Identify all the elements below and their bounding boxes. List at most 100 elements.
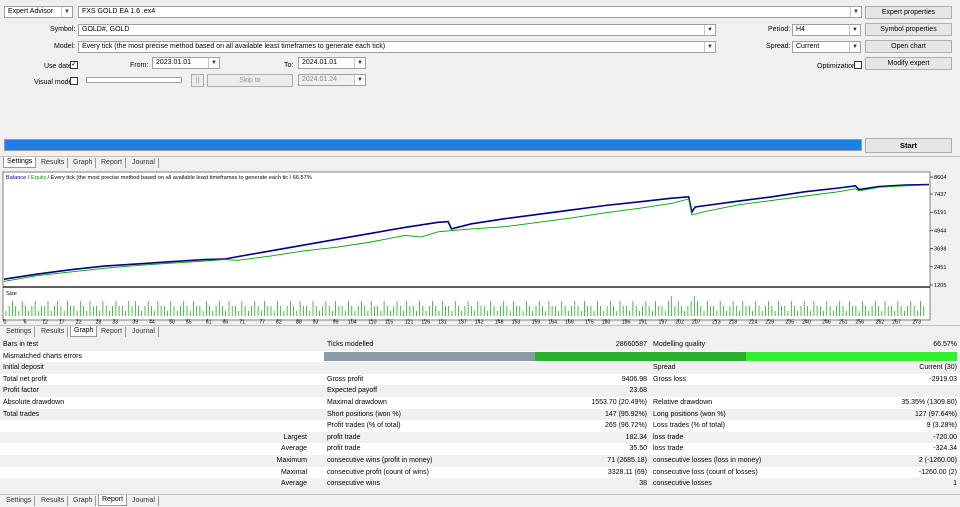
maximal-cons-loss-value: -1260.00 (2): [870, 466, 960, 479]
x-tick-label: 164: [548, 320, 557, 325]
x-tick-label: 77: [259, 320, 265, 325]
x-tick-label: 197: [659, 320, 668, 325]
tab-report[interactable]: Report: [98, 158, 127, 168]
x-tick-label: 66: [223, 320, 229, 325]
tab-settings[interactable]: Settings: [3, 157, 37, 168]
average-profit-label: profit trade: [324, 443, 570, 455]
chevron-down-icon: ▼: [61, 7, 72, 17]
symbol-properties-button[interactable]: Symbol properties: [865, 23, 952, 36]
from-date-picker[interactable]: 2023.01.01 ▼: [152, 57, 220, 69]
x-tick-label: 82: [276, 320, 282, 325]
expert-file-select[interactable]: FXS GOLD EA 1.6 .ex4 ▼: [78, 6, 862, 18]
maximal-cons-profit-label: consecutive profit (count of wins): [324, 466, 570, 479]
tab-report[interactable]: Report: [98, 495, 128, 506]
balance-equity-graph: 1205 2451 3698 4944 6191 7437 8604 0 6 12 17 22 28 3…: [2, 171, 946, 325]
tab-results[interactable]: Results: [38, 496, 69, 506]
tab-graph[interactable]: Graph: [70, 326, 98, 337]
x-tick-label: 240: [802, 320, 811, 325]
x-tick-label: 22: [76, 320, 82, 325]
ticks-modelled-value: 28660587: [570, 339, 650, 351]
x-tick-label: 33: [112, 320, 118, 325]
x-tick-label: 251: [839, 320, 848, 325]
y-tick-label: 6191: [934, 210, 946, 216]
maximal-drawdown-value: 1553.70 (20.49%): [570, 396, 650, 409]
expert-type-value: Expert Advisor: [8, 8, 54, 15]
visual-mode-label: Visual mode: [34, 79, 73, 86]
avg-cons-losses-value: 1: [870, 478, 960, 490]
tab-bar-bottom: Settings Results Graph Report Journal: [0, 494, 960, 506]
y-tick-label: 7437: [934, 192, 946, 198]
x-tick-label: 256: [856, 320, 865, 325]
model-select[interactable]: Every tick (the most precise method base…: [78, 41, 716, 53]
x-tick-label: 115: [385, 320, 393, 325]
x-tick-label: 159: [532, 320, 541, 325]
table-row: Bars in test Ticks modelled 28660587 Mod…: [0, 339, 960, 351]
table-row: Maximum consecutive wins (profit in mone…: [0, 454, 960, 467]
x-tick-label: 71: [239, 320, 245, 325]
maximum-label: Maximum: [0, 454, 310, 467]
tab-journal[interactable]: Journal: [129, 327, 159, 337]
max-cons-wins-label: consecutive wins (profit in money): [324, 454, 570, 467]
x-tick-label: 224: [749, 320, 758, 325]
x-tick-label: 137: [458, 320, 467, 325]
table-row: Absolute drawdown Maximal drawdown 1553.…: [0, 396, 960, 409]
x-tick-label: 126: [421, 320, 430, 325]
tab-journal[interactable]: Journal: [129, 496, 159, 506]
x-tick-label: 6: [24, 320, 27, 325]
x-tick-label: 110: [368, 320, 376, 325]
x-tick-label: 0: [4, 320, 7, 325]
optimization-checkbox[interactable]: [854, 61, 862, 69]
tab-settings[interactable]: Settings: [3, 496, 36, 506]
pause-button[interactable]: ||: [191, 74, 204, 87]
use-date-label: Use date: [44, 63, 73, 70]
tab-results[interactable]: Results: [38, 158, 69, 168]
mismatched-label: Mismatched charts errors: [0, 350, 310, 363]
tab-graph[interactable]: Graph: [70, 158, 97, 168]
x-tick-label: 121: [405, 320, 414, 325]
symbol-select[interactable]: GOLD#, GOLD ▼: [78, 24, 716, 36]
quality-bar-segment: [534, 351, 746, 361]
spread-select[interactable]: Current ▼: [792, 41, 861, 53]
x-tick-label: 246: [822, 320, 831, 325]
expert-type-select[interactable]: Expert Advisor ▼: [4, 6, 73, 18]
modify-expert-button[interactable]: Modify expert: [865, 57, 952, 70]
x-tick-label: 61: [206, 320, 212, 325]
to-date-value: 2024.01.01: [302, 59, 338, 66]
largest-label: Largest: [0, 431, 310, 444]
largest-profit-value: 182.34: [570, 431, 650, 444]
skip-to-date-picker[interactable]: 2024.01.24 ▼: [298, 74, 366, 86]
absolute-drawdown-label: Absolute drawdown: [0, 396, 310, 409]
y-tick-label: 1205: [934, 283, 946, 289]
tab-bar-middle: Settings Results Graph Report Journal: [0, 325, 960, 337]
table-row: Total net profit Gross profit 9406.98 Gr…: [0, 373, 960, 386]
chevron-down-icon: ▼: [354, 75, 365, 85]
y-tick-label: 8604: [934, 175, 946, 181]
visual-speed-slider[interactable]: [86, 77, 182, 83]
test-progress-fill: [5, 140, 861, 150]
graph-title: Balance / Equity/ Every tick (the most p…: [6, 175, 312, 181]
modelling-quality-bar: [324, 351, 957, 361]
x-tick-label: 50: [169, 320, 175, 325]
open-chart-button[interactable]: Open chart: [865, 40, 952, 53]
to-date-picker[interactable]: 2024.01.01 ▼: [298, 57, 366, 69]
x-tick-label: 180: [602, 320, 611, 325]
table-row: Profit trades (% of total) 265 (96.72%) …: [0, 420, 960, 432]
tab-settings[interactable]: Settings: [3, 327, 36, 337]
visual-mode-checkbox[interactable]: [70, 77, 78, 85]
table-row: Profit factor Expected payoff 23.68: [0, 385, 960, 397]
expected-payoff-label: Expected payoff: [324, 385, 570, 397]
x-tick-label: 202: [675, 320, 684, 325]
tab-graph[interactable]: Graph: [70, 496, 97, 506]
expert-properties-button[interactable]: Expert properties: [865, 6, 952, 19]
table-row: Total trades Short positions (won %) 147…: [0, 408, 960, 421]
period-select[interactable]: H4 ▼: [792, 24, 861, 36]
start-button[interactable]: Start: [865, 138, 952, 153]
tab-results[interactable]: Results: [38, 327, 69, 337]
tab-journal[interactable]: Journal: [129, 158, 159, 168]
tab-report[interactable]: Report: [98, 327, 127, 337]
y-tick-label: 3698: [934, 247, 946, 253]
skip-to-button[interactable]: Skip to: [207, 74, 293, 87]
use-date-checkbox[interactable]: ✓: [70, 61, 78, 69]
gross-loss-value: -2919.03: [870, 373, 960, 386]
loss-trades-value: 9 (3.28%): [870, 420, 960, 432]
